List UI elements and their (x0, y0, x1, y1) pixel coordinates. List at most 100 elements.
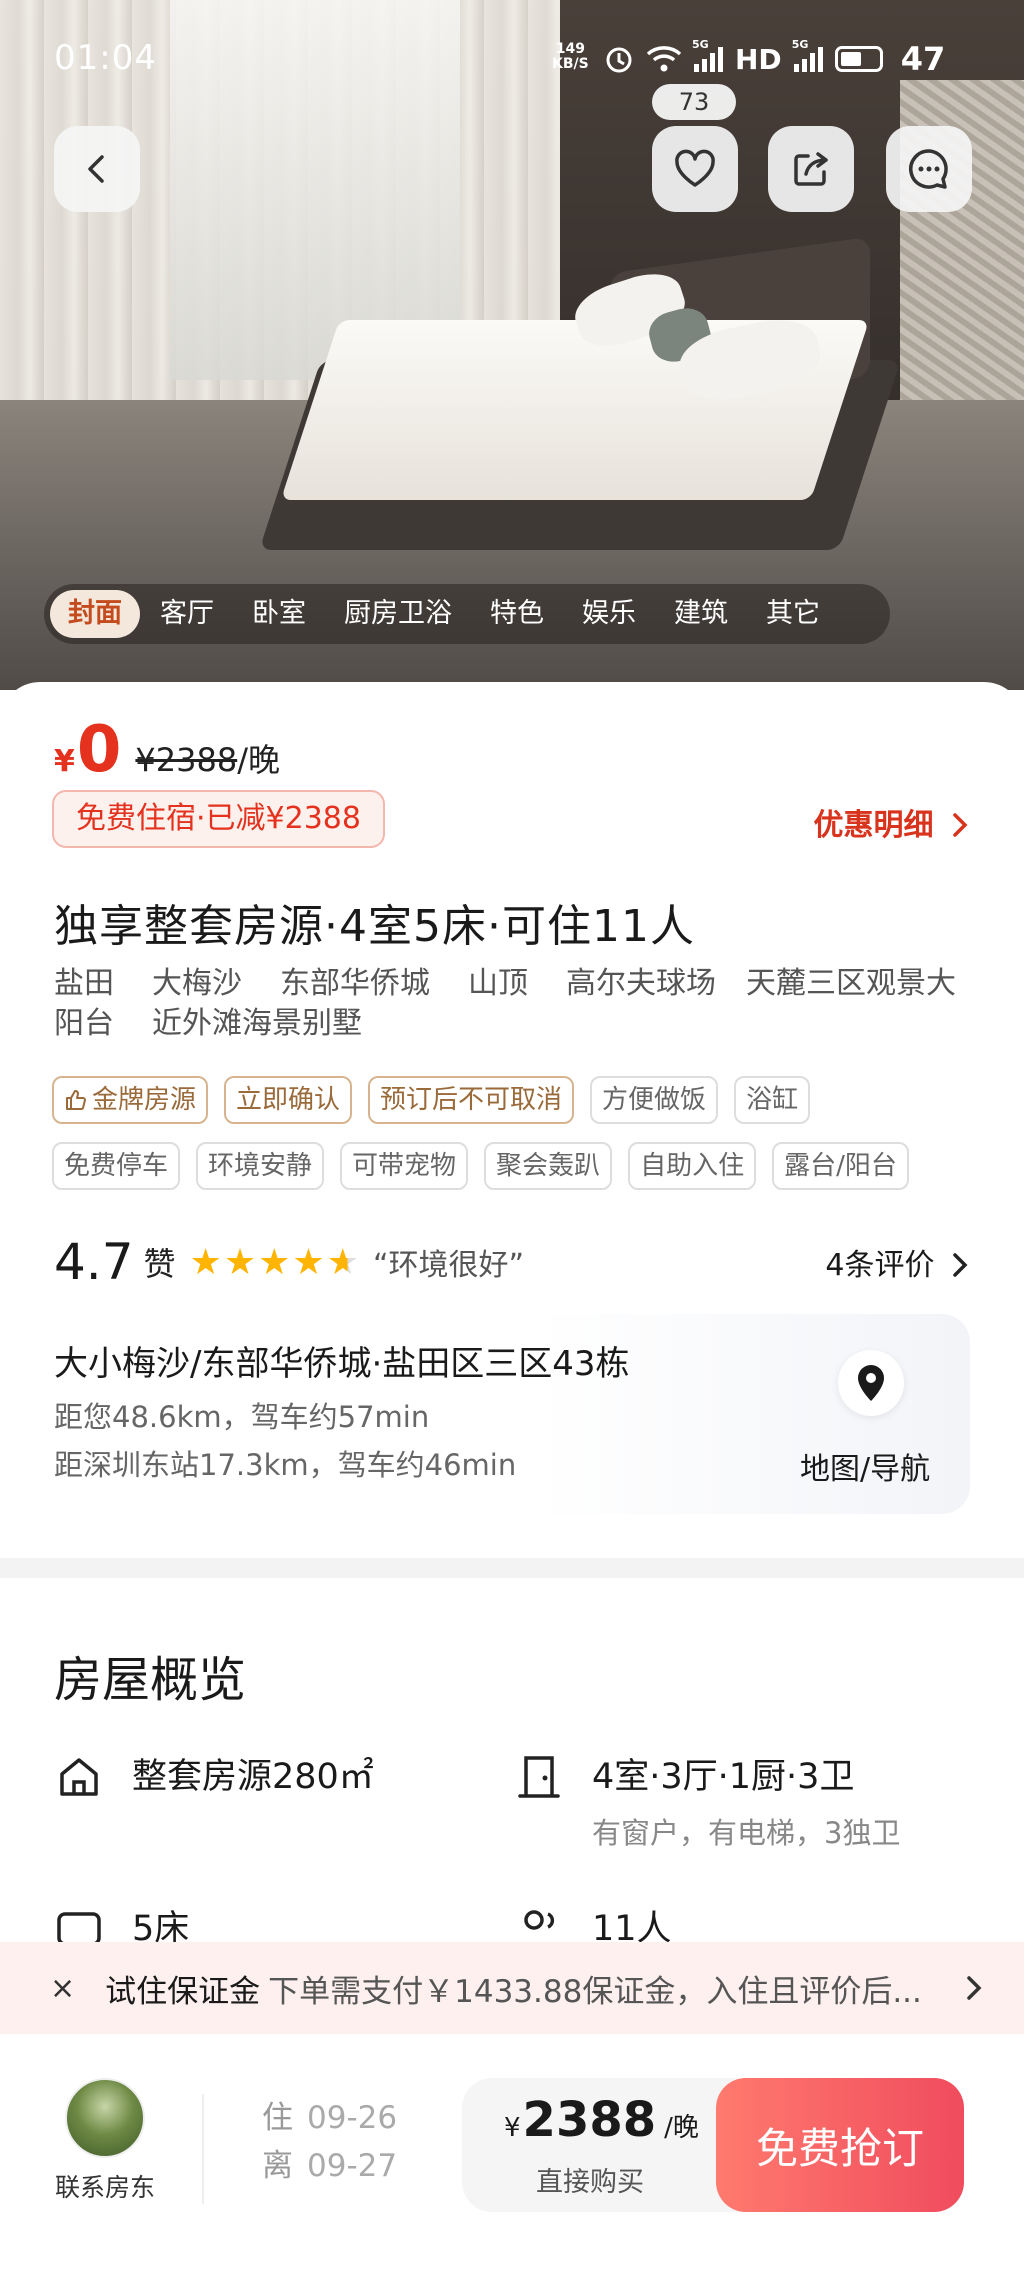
wifi-icon (646, 46, 682, 72)
buy-currency: ¥ (504, 2113, 521, 2143)
contact-host-label: 联系房东 (54, 2173, 155, 2202)
price-now: 0 (76, 713, 122, 787)
free-stay-badge: 免费住宿·已减¥2388 (52, 790, 385, 848)
distance-from-user: 距您48.6km，驾车约57min (54, 1400, 430, 1434)
overview-title: 房屋概览 (54, 1652, 247, 1708)
discount-details-label: 优惠明细 (813, 808, 934, 843)
price-original: ¥2388 (135, 741, 238, 779)
divider (202, 2094, 204, 2204)
star-icon: ★ (258, 1241, 293, 1283)
location-tag: 近外滩海景别墅 (152, 1006, 362, 1041)
star-icon: ★ (292, 1241, 327, 1283)
buy-price-value: 2388 (522, 2092, 657, 2148)
house-icon (60, 1758, 98, 1796)
battery-level: 47 (900, 40, 946, 78)
feature-chips-row-1: 金牌房源 立即确认 预订后不可取消 方便做饭 浴缸 (52, 1076, 992, 1124)
signal-icon: 5G (692, 38, 723, 72)
contact-host-button[interactable]: 联系房东 (50, 2078, 160, 2204)
location-box[interactable]: 大小梅沙/东部华侨城·盐田区三区43栋 距您48.6km，驾车约57min 距深… (0, 1314, 970, 1514)
price-unit: /晚 (237, 741, 280, 779)
feature-chip: 预订后不可取消 (368, 1076, 575, 1124)
thumbs-up-icon (66, 1090, 86, 1111)
location-tag: 山顶 (468, 966, 528, 1001)
door-icon (518, 1756, 560, 1798)
review-quote: “环境很好” (372, 1248, 525, 1283)
rating-row[interactable]: 4.7 赞 ★★★★★ “环境很好” 4条评价 (54, 1230, 970, 1294)
deposit-label: 试住保证金 (105, 1973, 261, 2010)
star-icon: ★ (223, 1241, 259, 1283)
checkin-date: 09-26 (307, 2100, 398, 2136)
discount-details-link[interactable]: 优惠明细 (814, 800, 970, 844)
star-icon: ★ (189, 1241, 224, 1283)
distance-from-station: 距深圳东站17.3km，驾车约46min (54, 1448, 517, 1482)
location-tag: 大梅沙 (152, 966, 242, 1001)
gallery-tab-kitchen-bath[interactable]: 厨房卫浴 (326, 590, 470, 638)
feature-chip: 露台/阳台 (772, 1142, 909, 1190)
network-type: 5G (692, 38, 709, 51)
location-tag: 东部华侨城 (280, 966, 430, 1001)
feature-chip: 立即确认 (224, 1076, 353, 1124)
gallery-tab-bedroom[interactable]: 卧室 (234, 590, 324, 638)
status-icons: 5G HD 5G 47 (604, 38, 946, 78)
free-book-button[interactable]: 免费抢订 (716, 2078, 964, 2212)
gallery-tab-features[interactable]: 特色 (472, 590, 562, 638)
net-speed-unit: KB/S (552, 56, 589, 72)
overview-area-text: 整套房源280㎡ (132, 1757, 374, 1797)
rating-label: 赞 (143, 1245, 176, 1283)
overview-rooms-sub: 有窗户，有电梯，3独卫 (592, 1816, 901, 1850)
gallery-tabs: 封面 客厅 卧室 厨房卫浴 特色 娱乐 建筑 其它 (44, 584, 890, 644)
status-time: 01:04 (54, 38, 157, 78)
section-divider (0, 1558, 1024, 1578)
gallery-tab-other[interactable]: 其它 (748, 590, 838, 638)
feature-chip: 环境安静 (196, 1142, 325, 1190)
deposit-banner[interactable]: × 试住保证金 下单需支付￥1433.88保证金，入住且评价后... (0, 1942, 1024, 2034)
price-currency: ¥ (54, 744, 75, 779)
checkout-key: 离 (262, 2148, 293, 2184)
feature-chips-row-2: 免费停车 环境安静 可带宠物 聚会轰趴 自助入住 露台/阳台 (52, 1142, 992, 1190)
alarm-icon (606, 47, 632, 73)
chevron-right-icon (953, 813, 968, 837)
feature-chip: 免费停车 (52, 1142, 181, 1190)
chevron-left-icon (88, 155, 104, 183)
listing-card: ¥ 0 ¥2388 /晚 免费住宿·已减¥2388 优惠明细 独享整套房源·4室… (0, 682, 1024, 1562)
close-icon[interactable]: × (50, 1971, 75, 2006)
feature-chip-gold-listing: 金牌房源 (52, 1076, 209, 1124)
battery-icon (834, 46, 883, 72)
location-tag: 盐田 (54, 966, 114, 1001)
hd-label: HD (735, 42, 782, 76)
chevron-right-icon (953, 1253, 968, 1277)
gallery-tab-entertainment[interactable]: 娱乐 (564, 590, 654, 638)
net-speed: 149 KB/S (552, 42, 589, 72)
feature-chip: 方便做饭 (590, 1076, 719, 1124)
gallery-tab-cover[interactable]: 封面 (50, 590, 140, 638)
share-button[interactable] (768, 126, 854, 212)
favorite-button[interactable] (652, 126, 738, 212)
gallery-tab-living-room[interactable]: 客厅 (142, 590, 232, 638)
checkout-date: 09-27 (307, 2148, 398, 2184)
heart-icon (675, 149, 715, 187)
bottom-action-bar: 联系房东 住 09-26 离 09-27 ¥ 2388 /晚 直接购买 免费抢订 (0, 2034, 1024, 2276)
net-speed-value: 149 (555, 41, 585, 57)
message-button[interactable] (886, 126, 972, 212)
buy-price: ¥ 2388 /晚 (504, 2092, 699, 2148)
address: 大小梅沙/东部华侨城·盐田区三区43栋 (54, 1344, 630, 1384)
location-tag: 高尔夫球场 (566, 966, 716, 1001)
listing-title: 独享整套房源·4室5床·可住11人 (54, 901, 695, 952)
checkin-key: 住 (262, 2100, 293, 2136)
reviews-link[interactable]: 4条评价 (825, 1240, 970, 1284)
map-pin-button[interactable] (838, 1350, 904, 1416)
half-star-icon: ★ (326, 1241, 361, 1283)
star-rating: ★★★★★ (190, 1242, 361, 1283)
chat-bubble-icon (909, 149, 948, 189)
map-navigation-label[interactable]: 地图/导航 (800, 1444, 930, 1488)
network-type: 5G (791, 38, 809, 51)
chevron-right-icon (967, 1976, 982, 2000)
buy-unit: /晚 (664, 2113, 699, 2143)
signal-icon: 5G (792, 38, 823, 72)
overview-area: 整套房源280㎡ (54, 1752, 374, 1802)
gallery-tab-building[interactable]: 建筑 (656, 590, 746, 638)
reviews-link-label: 4条评价 (825, 1248, 935, 1283)
back-button[interactable] (54, 126, 140, 212)
stay-dates[interactable]: 住 09-26 离 09-27 (262, 2094, 397, 2190)
status-bar: 01:04 149 KB/S 5G HD 5G 47 (0, 0, 1024, 120)
